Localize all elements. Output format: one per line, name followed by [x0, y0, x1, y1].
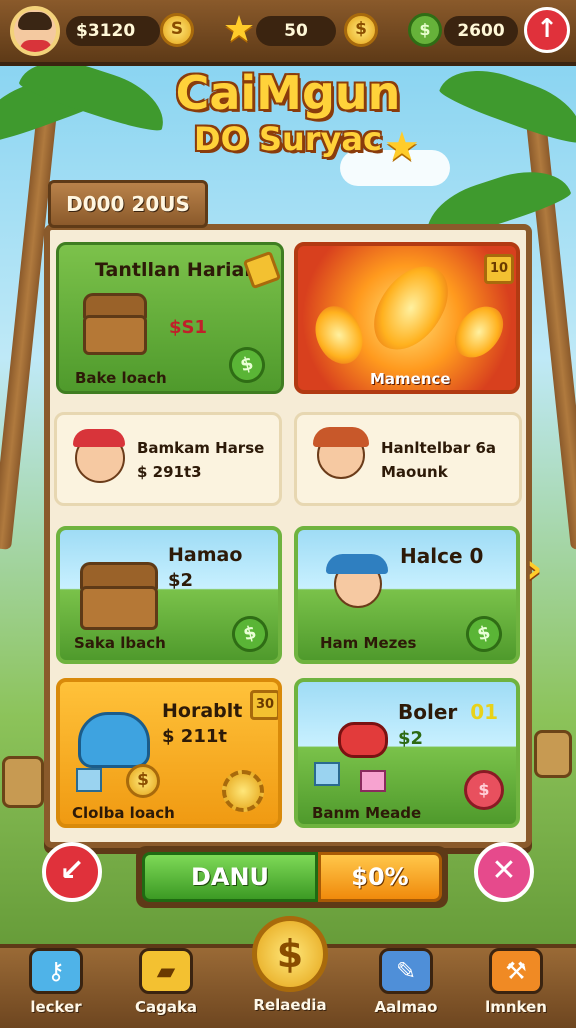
scroll-icon: ✎ [379, 948, 433, 994]
card-tag: 10 [484, 254, 514, 284]
red-coin-icon: $ [464, 770, 504, 810]
shop-card-7[interactable]: $ Horablt $ 211t 30 Clolba loach [56, 678, 282, 828]
character-hat [326, 554, 388, 574]
star-icon: ★ [384, 124, 420, 170]
card-subtitle: Maounk [381, 463, 448, 481]
key-tag-icon: ⚷ [29, 948, 83, 994]
coin-stack-icon: $ [126, 764, 160, 798]
gear-icon [222, 770, 264, 812]
flame-icon [302, 298, 376, 372]
shop-card-2[interactable]: 10 Mamence [294, 242, 520, 394]
card-title-suffix: 01 [470, 700, 499, 724]
nav-label: lecker [30, 998, 82, 1016]
card-label: Ham Mezes [320, 634, 417, 652]
chest-body [83, 315, 147, 355]
barrel [2, 756, 44, 808]
shop-card-4[interactable]: Hanltelbar 6a Maounk [294, 412, 522, 506]
card-label: Bake loach [75, 369, 167, 387]
back-button[interactable]: ↙ [42, 842, 102, 902]
card-title: Tantllan Harian [95, 259, 258, 281]
nav-item-locker[interactable]: ⚷ lecker [6, 948, 106, 1016]
currency-pill-cash: 2600 [444, 16, 518, 46]
card-price: $S1 [169, 317, 208, 338]
discount-button[interactable]: $0% [318, 852, 442, 902]
coin-icon[interactable]: S [160, 13, 194, 47]
cash-value: 2600 [457, 21, 505, 41]
barrel [534, 730, 572, 778]
card-price: $2 [168, 570, 194, 591]
game-title: CaiMgun [175, 66, 401, 120]
nav-item-gold[interactable]: ▰ Cagaka [116, 948, 216, 1016]
board-banner: D000 20US [48, 180, 208, 228]
coin-icon[interactable]: $ [252, 916, 328, 992]
nav-item-map[interactable]: ✎ Aalmao [356, 948, 456, 1016]
gift-box-icon [76, 768, 102, 792]
gold-bar-icon [242, 250, 281, 290]
cash-icon: $ [461, 611, 507, 657]
stars-value: 50 [284, 21, 308, 41]
star-icon: ★ [222, 9, 256, 50]
nav-label: lmnken [485, 998, 547, 1016]
cash-icon: $ [227, 611, 273, 657]
cash-icon: $ [224, 342, 270, 388]
gift-box-icon [360, 770, 386, 792]
card-price: $2 [398, 728, 424, 749]
flame-icon [448, 297, 510, 367]
card-label: Mamence [370, 370, 451, 388]
currency-gold-value: $3120 [76, 21, 136, 41]
gift-box-icon [314, 762, 340, 786]
card-label: Banm Meade [312, 804, 422, 822]
chest-body [80, 586, 158, 630]
card-label: Saka lbach [74, 634, 166, 652]
card-title-text: Boler [398, 700, 458, 724]
gold-bar-icon: ▰ [139, 948, 193, 994]
card-title: Boler 01 [398, 700, 498, 724]
shop-card-5[interactable]: Hamao $2 Saka lbach $ [56, 526, 282, 664]
shop-card-1[interactable]: Tantllan Harian $S1 Bake loach $ [56, 242, 284, 394]
nav-label: Cagaka [134, 998, 198, 1016]
card-price: $ 291t3 [137, 463, 202, 481]
player-avatar[interactable] [10, 6, 60, 56]
card-title: Halce 0 [400, 544, 484, 568]
card-title: Hamao [168, 544, 243, 566]
coin-icon[interactable]: $ [344, 13, 378, 47]
nav-item-tools[interactable]: ⚒ lmnken [466, 948, 566, 1016]
blue-elephant-icon [78, 712, 150, 768]
nav-label: Relaedia [253, 996, 327, 1014]
close-button[interactable]: ✕ [474, 842, 534, 902]
flame-icon [363, 253, 459, 363]
nav-item-center-label: Relaedia [240, 996, 340, 1014]
card-tag: 30 [250, 690, 278, 720]
card-label: Clolba loach [72, 804, 175, 822]
exit-button[interactable]: ↑ [524, 7, 570, 53]
card-title: Bamkam Harse [137, 439, 265, 457]
cash-leaf-icon: $ [408, 13, 442, 47]
hammer-icon: ⚒ [489, 948, 543, 994]
card-price: $ 211t [162, 726, 227, 747]
card-title: Horablt [162, 700, 243, 722]
currency-pill-gold: $3120 [66, 16, 160, 46]
next-arrow-button[interactable]: › [526, 546, 560, 592]
red-creature-icon [338, 722, 388, 758]
character-hair [313, 427, 369, 447]
currency-pill-stars: 50 [256, 16, 336, 46]
red-bandana [73, 429, 125, 447]
shop-card-3[interactable]: Bamkam Harse $ 291t3 [54, 412, 282, 506]
shop-card-8[interactable]: Boler 01 $2 $ Banm Meade [294, 678, 520, 828]
shop-card-6[interactable]: Halce 0 Ham Mezes $ [294, 526, 520, 664]
card-title: Hanltelbar 6a [381, 439, 497, 457]
nav-label: Aalmao [374, 998, 438, 1016]
primary-action-button[interactable]: DANU [142, 852, 318, 902]
